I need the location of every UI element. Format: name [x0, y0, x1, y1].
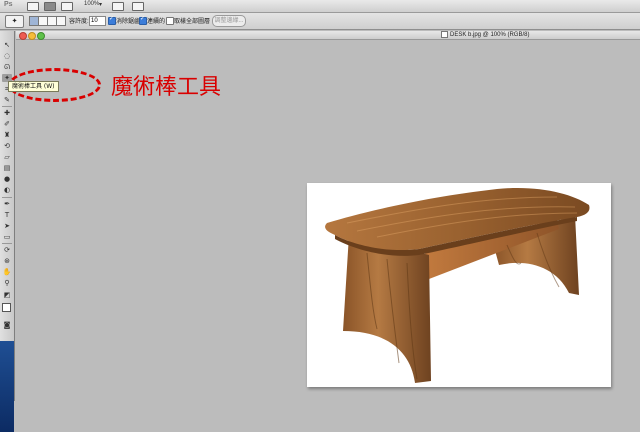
- quick-mask-icon[interactable]: ◙: [2, 321, 12, 329]
- contiguous-label: 連續的: [147, 19, 166, 25]
- blur-tool-icon[interactable]: ●: [2, 175, 12, 183]
- tolerance-label: 容許度:: [69, 19, 89, 25]
- hand-tool-icon[interactable]: ✋: [2, 268, 12, 276]
- close-window-button[interactable]: [19, 32, 27, 40]
- dodge-tool-icon[interactable]: ◐: [2, 186, 12, 194]
- document-icon: [441, 31, 448, 38]
- document-title-bar: DESK b.jpg @ 100% (RGB/8): [16, 31, 640, 40]
- history-brush-tool-icon[interactable]: ⟲: [2, 142, 12, 150]
- intersect-selection-mode[interactable]: [56, 16, 66, 26]
- anti-alias-checkbox[interactable]: [108, 15, 116, 25]
- application-bar: Ps 100% ▾: [0, 0, 640, 13]
- contiguous-checkbox[interactable]: [139, 15, 147, 25]
- zoom-window-button[interactable]: [37, 32, 45, 40]
- refine-edge-button[interactable]: 調整邊緣...: [212, 15, 246, 27]
- magic-wand-icon: ✦: [11, 17, 18, 25]
- tool-separator: [2, 197, 12, 198]
- healing-brush-tool-icon[interactable]: ✚: [2, 109, 12, 117]
- launch-minibridge-button[interactable]: [44, 2, 56, 11]
- gradient-tool-icon[interactable]: ▤: [2, 164, 12, 172]
- lasso-tool-icon[interactable]: ᘏ: [2, 63, 12, 71]
- brush-tool-icon[interactable]: ✐: [2, 120, 12, 128]
- zoom-dropdown-icon[interactable]: ▾: [99, 1, 102, 8]
- annotation-label: 魔術棒工具: [111, 75, 222, 100]
- document-title: DESK b.jpg @ 100% (RGB/8): [441, 31, 529, 39]
- 3d-orbit-tool-icon[interactable]: ⊛: [2, 257, 12, 265]
- view-extras-button[interactable]: [61, 2, 73, 11]
- eyedropper-tool-icon[interactable]: ✎: [2, 96, 12, 104]
- arrange-documents-button[interactable]: [112, 2, 124, 11]
- sample-all-layers-checkbox[interactable]: [166, 17, 174, 25]
- tolerance-input[interactable]: 10: [89, 16, 106, 26]
- desk-photo: [325, 187, 590, 383]
- foreground-color-swatch[interactable]: [2, 303, 11, 312]
- 3d-rotate-tool-icon[interactable]: ⟳: [2, 246, 12, 254]
- marquee-tool-icon[interactable]: ◌: [2, 52, 12, 60]
- zoom-tool-icon[interactable]: ⚲: [2, 279, 12, 287]
- options-bar: ✦ 容許度: 10 消除鋸齒 連續的 取樣全部圖層 調整邊緣...: [0, 13, 640, 30]
- document-image[interactable]: [307, 183, 611, 387]
- default-colors-icon[interactable]: ◩: [2, 291, 12, 299]
- tool-tooltip: 魔術棒工具 (W): [8, 81, 59, 92]
- eraser-tool-icon[interactable]: ▱: [2, 153, 12, 161]
- anti-alias-label: 消除鋸齒: [116, 19, 141, 25]
- pen-tool-icon[interactable]: ✒: [2, 200, 12, 208]
- rectangle-tool-icon[interactable]: ▭: [2, 233, 12, 241]
- desktop-background: [0, 341, 14, 432]
- tool-separator: [2, 243, 12, 244]
- launch-bridge-button[interactable]: [27, 2, 39, 11]
- type-tool-icon[interactable]: T: [2, 211, 12, 219]
- screen-mode-button[interactable]: [132, 2, 144, 11]
- tool-separator: [2, 106, 12, 107]
- tool-preset-picker[interactable]: ✦: [5, 15, 24, 28]
- document-title-text: DESK b.jpg @ 100% (RGB/8): [450, 32, 530, 39]
- sample-all-layers-label: 取樣全部圖層: [174, 19, 211, 25]
- minimize-window-button[interactable]: [28, 32, 36, 40]
- move-tool-icon[interactable]: ↖: [2, 41, 12, 49]
- clone-stamp-tool-icon[interactable]: ♜: [2, 131, 12, 139]
- path-selection-tool-icon[interactable]: ➤: [2, 222, 12, 230]
- zoom-level[interactable]: 100%: [84, 1, 99, 7]
- photoshop-logo: Ps: [4, 1, 13, 8]
